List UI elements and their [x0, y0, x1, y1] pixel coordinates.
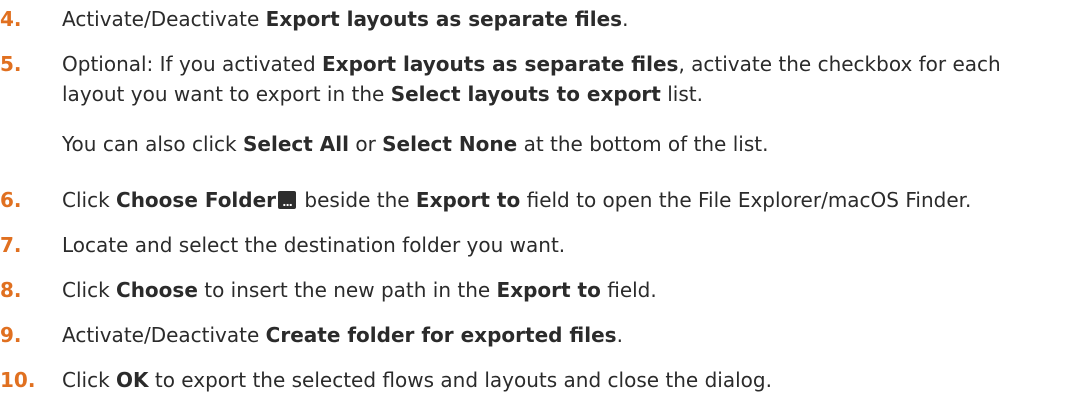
step-text: list. [660, 82, 703, 106]
step-text: to insert the new path in the [197, 278, 497, 302]
step-number: 10. [0, 368, 36, 392]
step-text: . [616, 323, 623, 347]
step-text: layout you want to export in the [62, 82, 391, 106]
step-text: Locate and select the destination folder… [62, 233, 566, 257]
ui-term: Create folder for exported files [265, 323, 617, 347]
step-text: at the bottom of the list. [517, 132, 769, 156]
step-number: 6. [0, 188, 22, 212]
ellipsis-glyph: ... [282, 196, 293, 209]
step-text: . [622, 7, 629, 31]
ui-term: Choose [116, 278, 198, 302]
step-text-line: Locate and select the destination folder… [62, 232, 565, 258]
step-text: Click [62, 278, 117, 302]
step-text-line: Click OK to export the selected flows an… [62, 367, 772, 393]
step-text: beside the [298, 188, 416, 212]
step-text-line: Click Choose to insert the new path in t… [62, 277, 657, 303]
step-number: 9. [0, 323, 22, 347]
step-text-line: Optional: If you activated Export layout… [62, 51, 1001, 77]
step-text-line: Activate/Deactivate Create folder for ex… [62, 322, 623, 348]
step-text: Activate/Deactivate [62, 323, 266, 347]
step-text-line: layout you want to export in the Select … [62, 81, 703, 107]
step-text: , activate the checkbox for each [678, 52, 1001, 76]
step-text: Activate/Deactivate [62, 7, 266, 31]
steps-list: 4. Activate/Deactivate Export layouts as … [0, 0, 1087, 394]
ui-term: Choose Folder [116, 188, 277, 212]
step-text-line: Activate/Deactivate Export layouts as se… [62, 6, 628, 32]
ui-term: OK [116, 368, 149, 392]
step-number: 7. [0, 233, 22, 257]
ui-term: Export to [415, 188, 521, 212]
step-text: field to open the File Explorer/macOS Fi… [520, 188, 972, 212]
step-text: Click [62, 368, 117, 392]
step-text: You can also click [62, 132, 243, 156]
step-text: Optional: If you activated [62, 52, 322, 76]
step-number: 5. [0, 52, 22, 76]
ui-term: Select layouts to export [390, 82, 661, 106]
step-text-line: You can also click Select All or Select … [62, 131, 768, 157]
step-text-line: Click Choose Folder... beside the Export… [62, 187, 971, 213]
choose-folder-ellipsis-icon: ... [278, 191, 297, 209]
step-text: field. [600, 278, 657, 302]
step-text: or [348, 132, 383, 156]
step-number: 8. [0, 278, 22, 302]
step-text: to export the selected flows and layouts… [148, 368, 772, 392]
step-text: Click [62, 188, 117, 212]
ui-term: Export to [496, 278, 601, 302]
ui-term: Export layouts as separate files [265, 7, 623, 31]
ui-term: Export layouts as separate files [322, 52, 679, 76]
ui-term: Select None [382, 132, 518, 156]
ui-term: Select All [243, 132, 349, 156]
step-number: 4. [0, 7, 22, 31]
